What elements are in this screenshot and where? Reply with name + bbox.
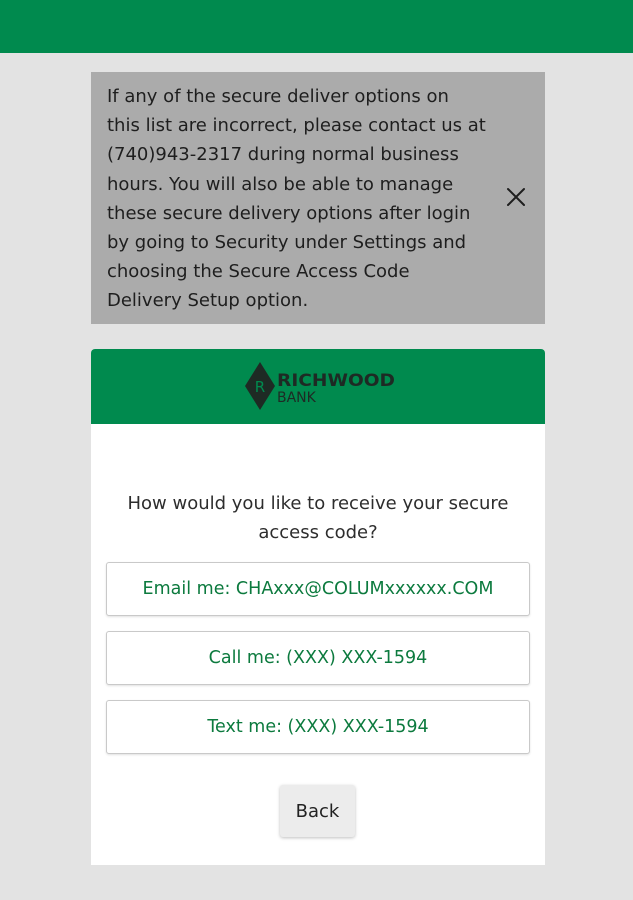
info-notice: If any of the secure deliver options on … [91,72,545,324]
access-code-card: R RICHWOOD BANK How would you like to re… [91,349,545,865]
text-option-button[interactable]: Text me: (XXX) XXX-1594 [106,700,530,754]
notice-message: If any of the secure deliver options on … [107,86,486,312]
logo-letter: R [255,378,265,396]
card-header: R RICHWOOD BANK [91,349,545,424]
logo-line1: RICHWOOD [277,371,395,391]
close-icon[interactable] [504,185,528,209]
delivery-prompt: How would you like to receive your secur… [127,493,509,543]
top-bar [0,0,633,53]
call-option-button[interactable]: Call me: (XXX) XXX-1594 [106,631,530,685]
back-button[interactable]: Back [280,785,355,837]
logo-line2: BANK [277,390,317,406]
richwood-bank-logo: R RICHWOOD BANK [240,361,400,411]
email-option-button[interactable]: Email me: CHAxxx@COLUMxxxxxx.COM [106,562,530,616]
